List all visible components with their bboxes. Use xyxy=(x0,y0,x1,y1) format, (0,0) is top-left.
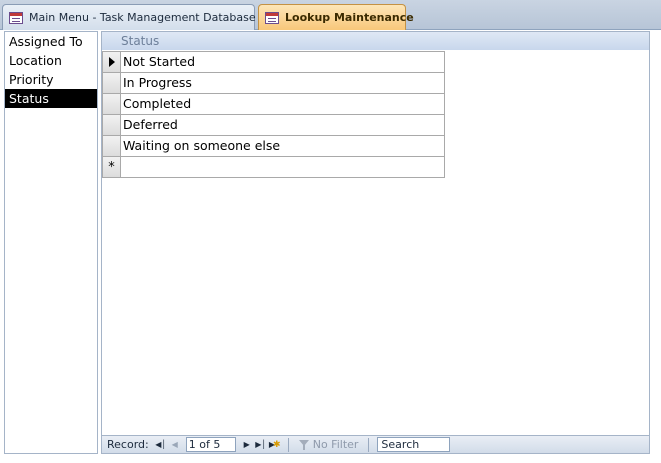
tab-label: Lookup Maintenance xyxy=(285,11,414,24)
last-record-icon[interactable]: ▶│ xyxy=(254,438,268,452)
table-row[interactable]: Not Started xyxy=(102,52,445,73)
table-row[interactable]: Waiting on someone else xyxy=(102,136,445,157)
tab-main-menu[interactable]: Main Menu - Task Management Database xyxy=(2,4,256,30)
next-record-icon[interactable]: ▶ xyxy=(240,438,254,452)
previous-record-icon[interactable]: ◀ xyxy=(168,438,182,452)
current-record-arrow-icon xyxy=(108,57,115,67)
table-row[interactable]: Deferred xyxy=(102,115,445,136)
table-row[interactable]: Completed xyxy=(102,94,445,115)
list-item-location[interactable]: Location xyxy=(5,51,97,70)
status-cell[interactable]: Completed xyxy=(121,94,445,114)
form-icon xyxy=(9,11,23,24)
document-tab-strip: Main Menu - Task Management Database Loo… xyxy=(0,0,661,30)
record-selector[interactable] xyxy=(102,115,121,135)
list-item-status[interactable]: Status xyxy=(5,89,97,108)
first-record-icon[interactable]: ◀│ xyxy=(154,438,168,452)
filter-label: No Filter xyxy=(312,438,359,451)
new-record-nav-icon[interactable]: ▶ ✱ xyxy=(268,438,282,452)
record-selector[interactable] xyxy=(102,94,121,114)
window-bottom-edge xyxy=(0,454,661,463)
search-input[interactable]: Search xyxy=(377,437,451,452)
record-selector[interactable] xyxy=(102,73,121,93)
current-record-field[interactable]: 1 of 5 xyxy=(185,437,236,452)
status-cell[interactable]: In Progress xyxy=(121,73,445,93)
nav-separator xyxy=(368,437,370,452)
column-header-status[interactable]: Status xyxy=(102,32,649,50)
status-cell[interactable]: Waiting on someone else xyxy=(121,136,445,156)
table-row[interactable]: In Progress xyxy=(102,73,445,94)
record-label: Record: xyxy=(107,438,149,451)
new-record-row[interactable]: * xyxy=(102,157,445,178)
tab-lookup-maintenance[interactable]: Lookup Maintenance xyxy=(258,4,414,30)
status-cell[interactable]: Deferred xyxy=(121,115,445,135)
tab-label: Main Menu - Task Management Database xyxy=(29,11,256,24)
status-datasheet: Status Not Started In Progress Completed… xyxy=(101,31,650,454)
record-navigation-bar: Record: ◀│ ◀ 1 of 5 ▶ ▶│ ▶ ✱ No Filter Se… xyxy=(102,435,649,453)
lookup-list[interactable]: Assigned To Location Priority Status xyxy=(4,31,98,454)
new-record-icon[interactable]: * xyxy=(102,157,121,177)
form-icon xyxy=(265,11,279,24)
datasheet-grid: Not Started In Progress Completed Deferr… xyxy=(102,51,445,178)
record-selector[interactable] xyxy=(102,136,121,156)
filter-button[interactable]: No Filter xyxy=(295,438,363,451)
list-item-assigned-to[interactable]: Assigned To xyxy=(5,32,97,51)
record-selector[interactable] xyxy=(102,52,121,72)
filter-icon xyxy=(298,439,309,450)
list-item-priority[interactable]: Priority xyxy=(5,70,97,89)
new-status-cell[interactable] xyxy=(121,157,445,177)
status-cell[interactable]: Not Started xyxy=(121,52,445,72)
nav-separator xyxy=(287,437,289,452)
